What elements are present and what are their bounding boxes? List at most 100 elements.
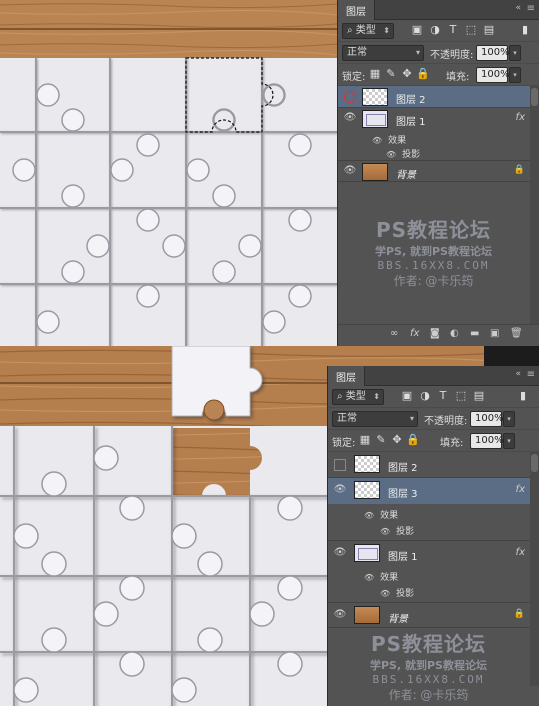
lock-transparent-icon[interactable]: ▦ [358, 433, 372, 447]
fill-label: 填充: [440, 438, 464, 449]
shape-filter-icon[interactable]: ⬚ [464, 23, 478, 37]
watermark: PS教程论坛 学PS, 就到PS教程论坛 BBS.16XX8.COM 作者: @… [338, 214, 529, 289]
lock-position-icon[interactable]: ✥ [400, 67, 414, 81]
eye-icon[interactable]: 👁 [380, 589, 390, 598]
filter-toggle-icon[interactable]: ▮ [516, 389, 530, 403]
eye-icon[interactable]: 👁 [342, 112, 358, 128]
eye-icon[interactable]: 👁 [332, 547, 348, 563]
link-icon[interactable]: ∞ [390, 328, 398, 339]
layer-name[interactable]: 背景 [388, 610, 408, 625]
filter-toggle-icon[interactable]: ▮ [518, 23, 532, 37]
eye-icon[interactable]: 👁 [364, 573, 374, 582]
layer-row-layer1[interactable]: 👁 图层 1 fx [328, 540, 539, 566]
lock-all-icon[interactable]: 🔒 [406, 433, 420, 447]
layer-row-background[interactable]: 👁 背景 🔒 [328, 602, 539, 628]
filter-kind-select[interactable]: ⌕ 类型 ⬍ [342, 23, 394, 39]
adjustment-filter-icon[interactable]: ◑ [418, 389, 432, 403]
drop-shadow-label: 投影 [396, 527, 415, 537]
fx-icon[interactable]: fx [516, 112, 525, 123]
opacity-input[interactable]: 100% [476, 45, 510, 61]
scroll-thumb[interactable] [531, 88, 538, 106]
type-filter-icon[interactable]: T [436, 389, 450, 403]
lock-all-icon[interactable]: 🔒 [416, 67, 430, 81]
panel-menu-icon[interactable]: ≡ [527, 369, 535, 380]
opacity-dropdown-icon[interactable]: ▾ [503, 411, 515, 427]
filter-kind-select[interactable]: ⌕ 类型 ⬍ [332, 389, 384, 405]
eye-icon[interactable]: 👁 [332, 609, 348, 625]
fill-input[interactable]: 100% [476, 67, 510, 83]
layer-name[interactable]: 背景 [396, 166, 416, 181]
layer-row-layer2[interactable]: 图层 2 [328, 452, 539, 478]
puzzle-canvas[interactable] [0, 0, 337, 346]
fill-dropdown-icon[interactable]: ▾ [503, 433, 515, 449]
drop-shadow-row[interactable]: 👁 投影 [380, 524, 414, 537]
watermark-author: 作者: @卡乐筠 [388, 688, 469, 702]
type-filter-icon[interactable]: T [446, 23, 460, 37]
watermark-slogan: 学PS, 就到PS教程论坛 [375, 245, 492, 258]
layers-scrollbar[interactable] [530, 86, 539, 324]
layers-tab[interactable]: 图层 [338, 0, 375, 20]
collapse-icon[interactable]: « [515, 3, 521, 13]
layer-row-background[interactable]: 👁 背景 🔒 [338, 160, 539, 182]
shape-filter-icon[interactable]: ⬚ [454, 389, 468, 403]
eye-icon[interactable]: 👁 [332, 484, 348, 500]
search-icon: ⌕ [347, 25, 356, 36]
effects-label: 效果 [388, 136, 407, 146]
new-layer-icon[interactable]: ▣ [490, 328, 499, 339]
drop-shadow-row[interactable]: 👁 投影 [380, 586, 414, 599]
layer-row-layer3[interactable]: 👁 图层 3 fx [328, 478, 539, 504]
lock-pixels-icon[interactable]: ✎ [384, 67, 398, 81]
eye-icon[interactable]: 👁 [372, 136, 382, 145]
layers-tab[interactable]: 图层 [328, 366, 365, 386]
layers-scrollbar[interactable] [530, 452, 539, 686]
layer-thumbnail [362, 163, 388, 181]
layer-name[interactable]: 图层 2 [396, 91, 426, 106]
layer-thumbnail [362, 88, 388, 106]
eye-icon[interactable]: 👁 [386, 150, 396, 159]
adjustment-icon[interactable]: ◐ [450, 328, 459, 339]
visibility-toggle[interactable] [334, 459, 346, 471]
blend-mode-select[interactable]: 正常 ▾ [332, 411, 418, 427]
adjustment-filter-icon[interactable]: ◑ [428, 23, 442, 37]
watermark-slogan: 学PS, 就到PS教程论坛 [370, 659, 487, 672]
layer-name[interactable]: 图层 3 [388, 485, 418, 500]
collapse-icon[interactable]: « [515, 369, 521, 379]
fx-icon[interactable]: fx [516, 484, 525, 495]
visibility-toggle[interactable] [344, 91, 356, 103]
folder-icon[interactable]: ▬ [470, 328, 479, 339]
scroll-thumb[interactable] [531, 454, 538, 472]
mask-icon[interactable]: ◙ [430, 328, 440, 339]
trash-icon[interactable]: 🗑 [510, 328, 523, 339]
drop-shadow-label: 投影 [402, 150, 421, 160]
pixel-filter-icon[interactable]: ▣ [410, 23, 424, 37]
layer-name[interactable]: 图层 2 [388, 459, 418, 474]
opacity-input[interactable]: 100% [470, 411, 504, 427]
effects-row[interactable]: 👁 效果 [372, 133, 406, 146]
opacity-dropdown-icon[interactable]: ▾ [509, 45, 521, 61]
eye-icon[interactable]: 👁 [380, 527, 390, 536]
fill-input[interactable]: 100% [470, 433, 504, 449]
fill-dropdown-icon[interactable]: ▾ [509, 67, 521, 83]
filter-kind-value: 类型 [345, 391, 366, 402]
effects-row[interactable]: 👁 效果 [364, 570, 398, 583]
smart-object-filter-icon[interactable]: ▤ [482, 23, 496, 37]
lock-pixels-icon[interactable]: ✎ [374, 433, 388, 447]
layer-row-layer1[interactable]: 👁 图层 1 fx [338, 108, 539, 130]
layer-name[interactable]: 图层 1 [388, 548, 418, 563]
pixel-filter-icon[interactable]: ▣ [400, 389, 414, 403]
panel-menu-icon[interactable]: ≡ [527, 3, 535, 14]
effects-row[interactable]: 👁 效果 [364, 508, 398, 521]
drop-shadow-label: 投影 [396, 589, 415, 599]
fx-icon[interactable]: fx [516, 547, 525, 558]
filter-row: ⌕ 类型 ⬍ ▣ ◑ T ⬚ ▤ ▮ [328, 386, 539, 408]
lock-position-icon[interactable]: ✥ [390, 433, 404, 447]
blend-mode-select[interactable]: 正常 ▾ [342, 45, 424, 61]
eye-icon[interactable]: 👁 [364, 511, 374, 520]
fx-icon[interactable]: fx [410, 328, 419, 339]
drop-shadow-row[interactable]: 👁 投影 [386, 147, 420, 160]
lock-transparent-icon[interactable]: ▦ [368, 67, 382, 81]
layer-name[interactable]: 图层 1 [396, 113, 426, 128]
layer-row-layer2[interactable]: 图层 2 [338, 86, 539, 108]
eye-icon[interactable]: 👁 [342, 165, 358, 181]
smart-object-filter-icon[interactable]: ▤ [472, 389, 486, 403]
